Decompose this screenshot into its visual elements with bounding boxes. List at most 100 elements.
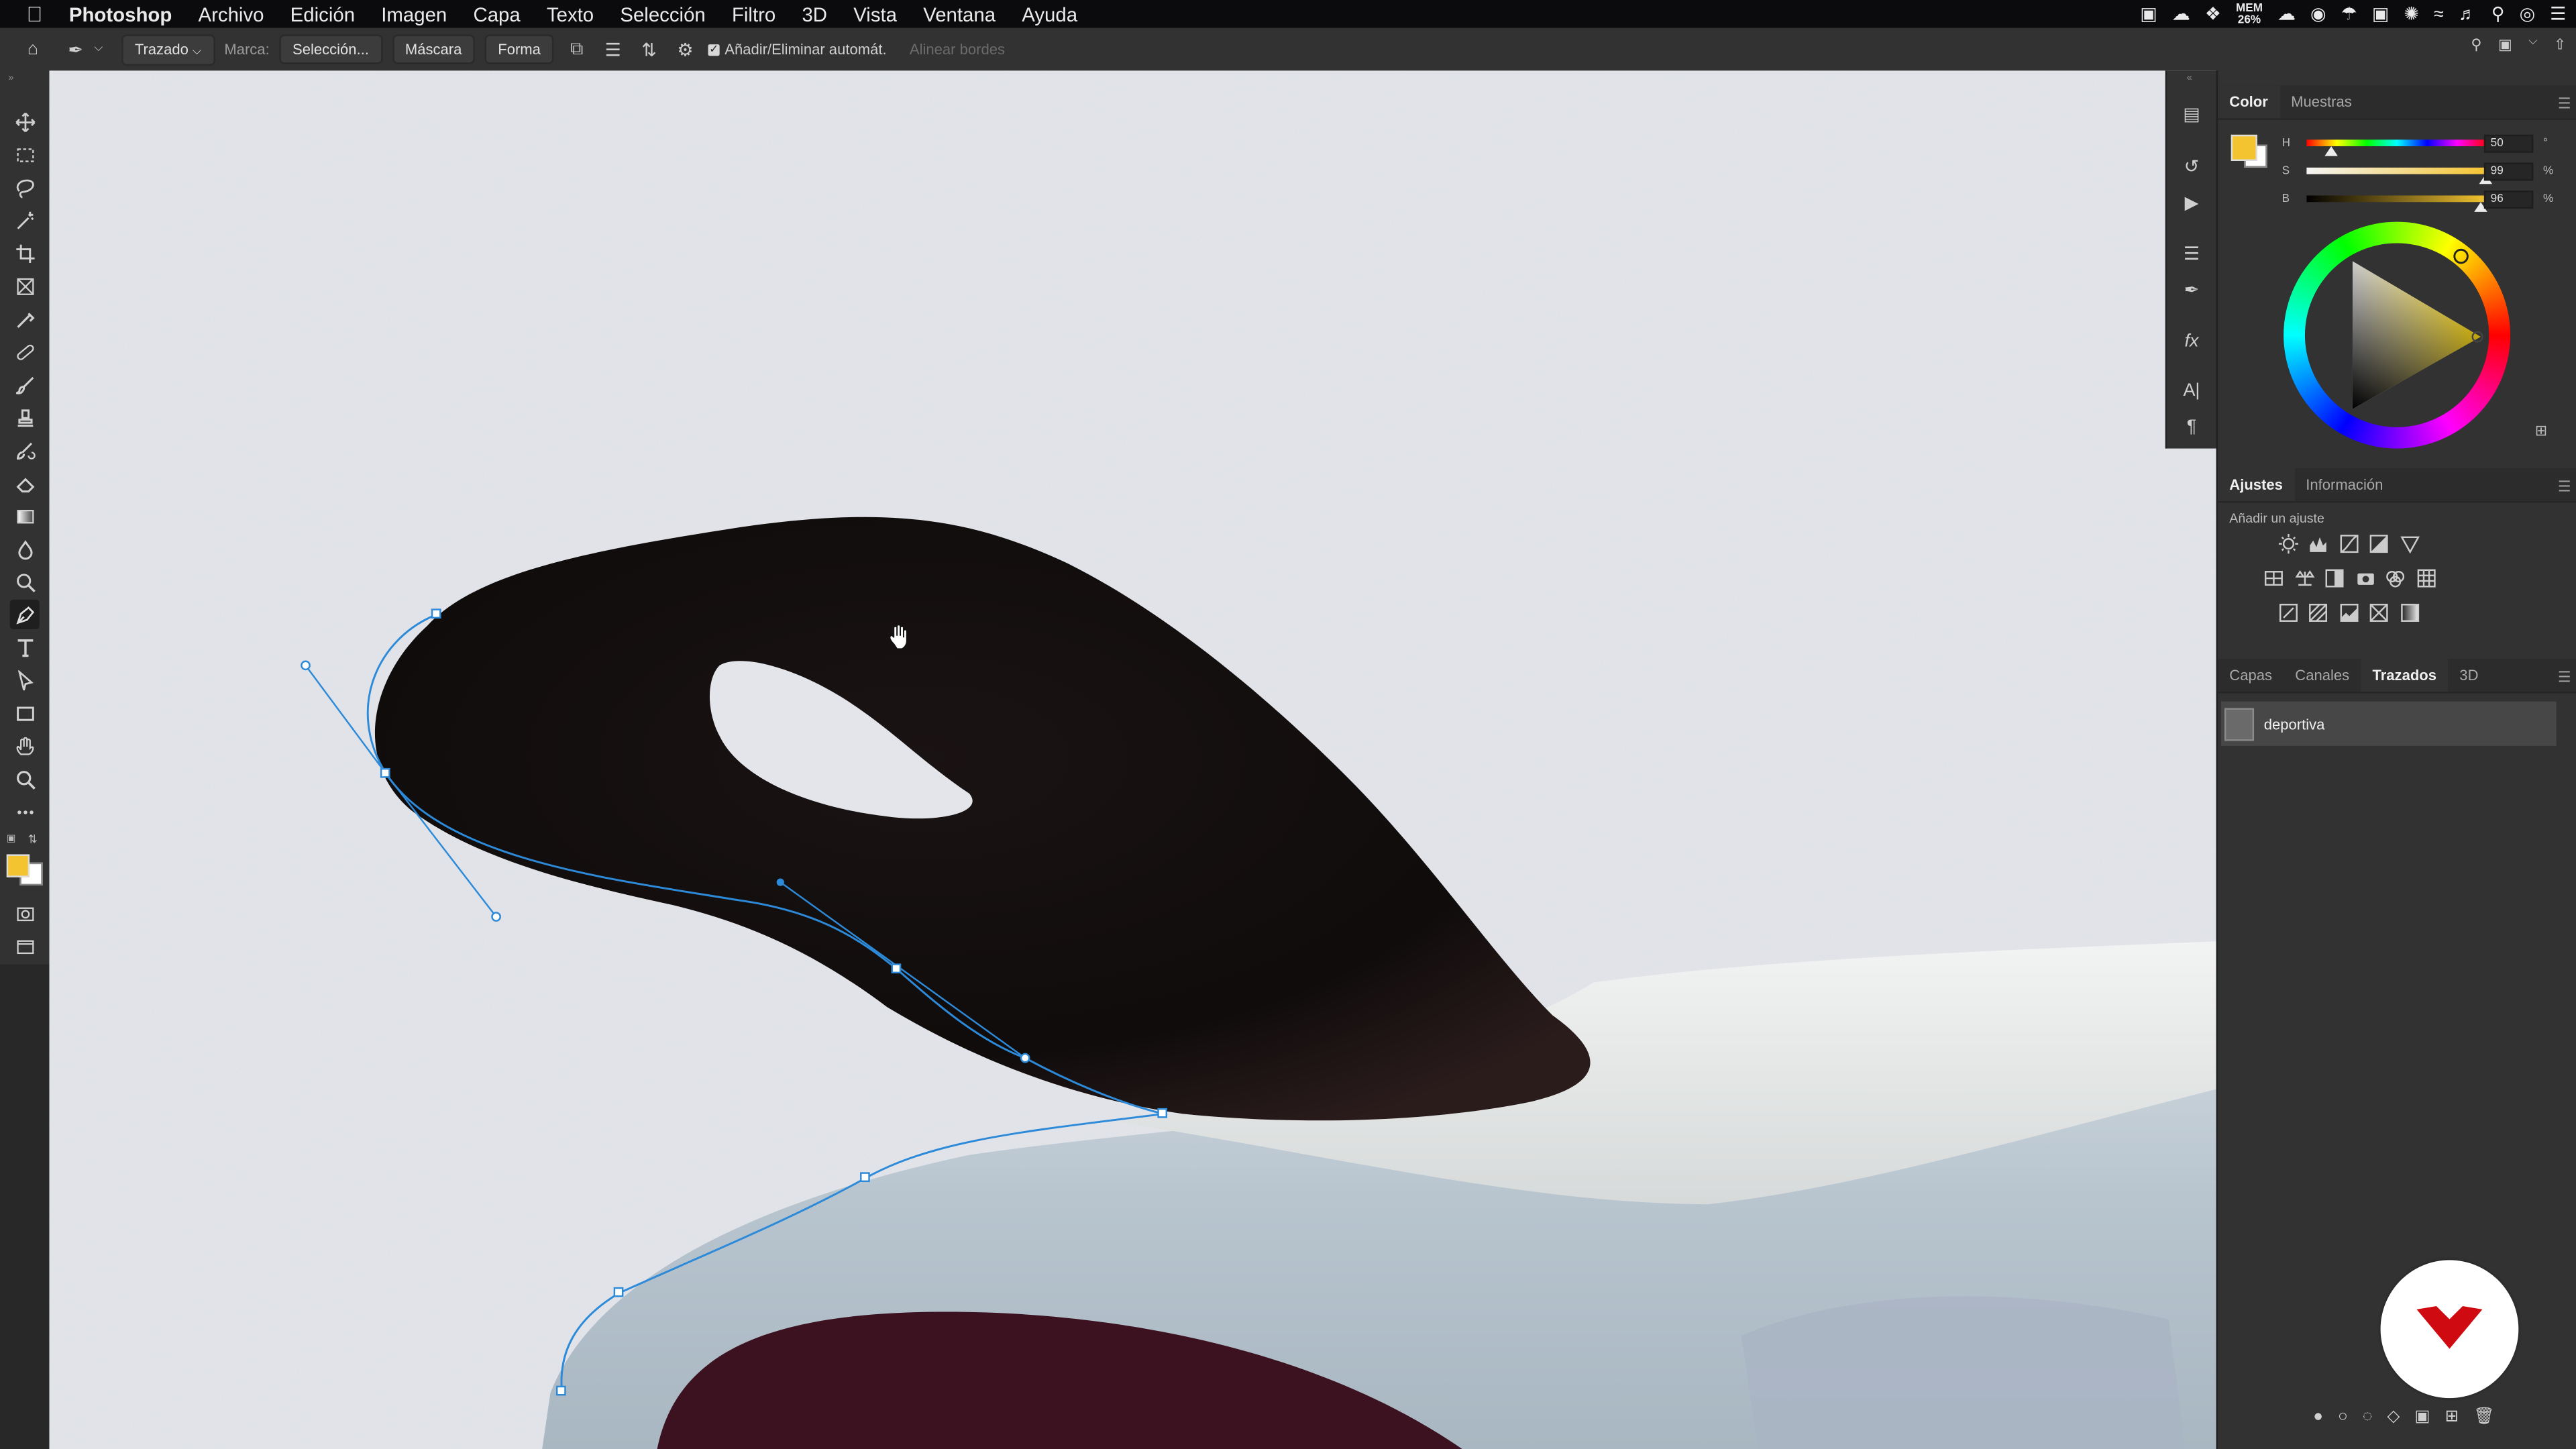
actions-play-icon[interactable]: ▶ [2180, 191, 2203, 213]
threshold-icon[interactable] [2339, 601, 2359, 622]
path-operations-icon[interactable]: ⧉ [564, 36, 590, 62]
character-icon[interactable]: A| [2180, 380, 2203, 402]
properties-icon[interactable]: ☰ [2180, 241, 2203, 264]
healing-brush-tool-icon[interactable] [10, 337, 40, 366]
make-shape-button[interactable]: Forma [484, 34, 554, 64]
collapse-arrows-icon[interactable]: « [2187, 74, 2192, 84]
hue-thumb[interactable] [2325, 146, 2339, 156]
tab-adjustments[interactable]: Ajustes [2218, 468, 2295, 501]
default-colors-icon[interactable]: ▣ [7, 833, 16, 845]
bluetooth-icon[interactable]: ✺ [2404, 3, 2419, 25]
hue-slider[interactable]: H 50 ° [2231, 134, 2569, 156]
wifi-icon[interactable]: ≈ [2434, 4, 2444, 23]
color-triangle[interactable] [2284, 222, 2510, 449]
document-image[interactable] [49, 70, 2216, 1449]
move-tool-icon[interactable] [10, 107, 40, 136]
crop-tool-icon[interactable] [10, 238, 40, 268]
stroke-path-icon[interactable]: ○ [2338, 1408, 2348, 1426]
anchor-point[interactable] [613, 1287, 624, 1297]
umbrella-icon[interactable]: ☂ [2341, 3, 2357, 25]
pen-tool-preset-icon[interactable]: ✒ [62, 36, 89, 62]
styles-fx-icon[interactable]: fx [2180, 330, 2203, 353]
menu-archivo[interactable]: Archivo [198, 3, 264, 25]
menu-filtro[interactable]: Filtro [732, 3, 775, 25]
share-icon[interactable]: ⇧ [2554, 36, 2566, 54]
path-alignment-icon[interactable]: ☰ [600, 36, 626, 62]
menu-ayuda[interactable]: Ayuda [1022, 3, 1077, 25]
posterize-icon[interactable] [2308, 601, 2328, 622]
eyedropper-tool-icon[interactable] [10, 304, 40, 333]
panel-menu-icon[interactable]: ☰ [2558, 95, 2571, 113]
saturation-value-input[interactable]: 99 [2483, 162, 2534, 181]
hue-track[interactable] [2306, 140, 2487, 146]
invert-icon[interactable] [2279, 601, 2298, 622]
tab-3d[interactable]: 3D [2448, 659, 2489, 692]
anchor-point[interactable] [860, 1172, 870, 1183]
eraser-tool-icon[interactable] [10, 468, 40, 498]
more-tools-icon[interactable] [10, 797, 40, 826]
saturation-track[interactable] [2306, 167, 2487, 174]
curves-icon[interactable] [2339, 532, 2359, 553]
frame-tool-icon[interactable] [10, 271, 40, 301]
chevron-down-icon[interactable]: ⌵ [2528, 36, 2537, 54]
gradient-tool-icon[interactable] [10, 501, 40, 531]
workspace-icon[interactable]: ▣ [2498, 36, 2512, 54]
tab-color[interactable]: Color [2218, 85, 2279, 119]
path-selection-tool-icon[interactable] [10, 665, 40, 695]
screen-record-icon[interactable]: ▣ [2372, 3, 2389, 25]
creative-cloud-icon[interactable]: ☁ [2172, 3, 2190, 25]
tab-layers[interactable]: Capas [2218, 659, 2284, 692]
exposure-icon[interactable] [2369, 532, 2388, 553]
anchor-point[interactable] [1157, 1108, 1168, 1118]
bezier-handle-point[interactable] [491, 912, 501, 922]
fill-path-icon[interactable]: ● [2313, 1408, 2323, 1426]
path-name[interactable]: deportiva [2264, 716, 2325, 732]
libraries-icon[interactable]: ▤ [2180, 102, 2203, 125]
memory-indicator[interactable]: MEM 26% [2236, 3, 2263, 25]
make-selection-button[interactable]: Selección... [279, 34, 382, 64]
magic-wand-tool-icon[interactable] [10, 205, 40, 235]
quick-mask-icon[interactable] [10, 899, 40, 928]
menu-3d[interactable]: 3D [802, 3, 827, 25]
dodge-tool-icon[interactable] [10, 567, 40, 596]
panel-menu-icon[interactable]: ☰ [2558, 478, 2571, 496]
selective-color-icon[interactable] [2369, 601, 2388, 622]
make-work-path-icon[interactable]: ◇ [2387, 1408, 2400, 1426]
cloud-icon[interactable]: ☁ [2277, 3, 2296, 25]
auto-add-delete-checkbox[interactable]: ✓ Añadir/Eliminar automát. [708, 41, 887, 58]
tab-swatches[interactable]: Muestras [2279, 85, 2363, 118]
menu-capa[interactable]: Capa [473, 3, 520, 25]
chevron-down-icon[interactable]: ⌵ [92, 36, 105, 62]
volume-icon[interactable]: ♬ [2459, 4, 2477, 23]
hue-saturation-icon[interactable] [2264, 567, 2284, 586]
bezier-handle-point[interactable] [1020, 1053, 1030, 1063]
new-path-icon[interactable]: ⊞ [2445, 1408, 2459, 1426]
color-lookup-icon[interactable] [2416, 567, 2436, 588]
brightness-slider[interactable]: B 96 % [2231, 191, 2569, 212]
menu-seleccion[interactable]: Selección [620, 3, 705, 25]
panel-menu-icon[interactable]: ☰ [2558, 669, 2571, 687]
control-center-icon[interactable]: ☰ [2550, 3, 2566, 25]
path-arrangement-icon[interactable]: ⇅ [636, 36, 662, 62]
marquee-tool-icon[interactable] [10, 140, 40, 169]
type-tool-icon[interactable] [10, 633, 40, 662]
tab-paths[interactable]: Trazados [2361, 659, 2449, 692]
menu-texto[interactable]: Texto [547, 3, 594, 25]
align-edges-option[interactable]: Alinear bordes [910, 41, 1005, 57]
collapse-arrows-icon[interactable]: » [8, 74, 13, 84]
gradient-map-icon[interactable] [2400, 601, 2420, 622]
history-brush-tool-icon[interactable] [10, 435, 40, 465]
history-icon[interactable]: ↺ [2180, 154, 2203, 177]
apple-icon[interactable]:  [23, 1, 46, 26]
anchor-point[interactable] [891, 963, 902, 974]
menu-vista[interactable]: Vista [853, 3, 897, 25]
menu-ventana[interactable]: Ventana [923, 3, 996, 25]
black-white-icon[interactable] [2324, 567, 2344, 588]
menu-app-name[interactable]: Photoshop [69, 3, 172, 25]
home-icon[interactable]: ⌂ [19, 36, 46, 62]
lasso-tool-icon[interactable] [10, 172, 40, 202]
photo-filter-icon[interactable] [2356, 567, 2375, 586]
bezier-handle-point[interactable] [776, 878, 784, 886]
brightness-track[interactable] [2306, 195, 2487, 203]
saturation-slider[interactable]: S 99 % [2231, 162, 2569, 184]
